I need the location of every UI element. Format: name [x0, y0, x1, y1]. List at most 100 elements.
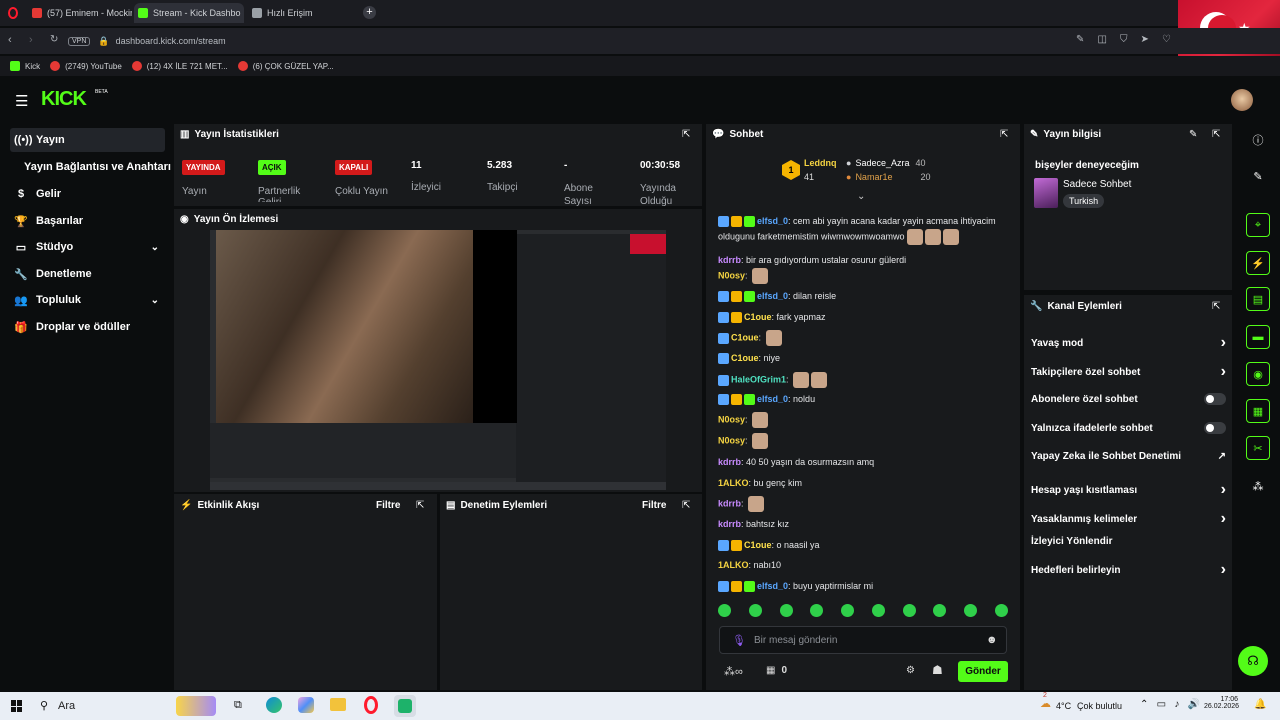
volume-icon[interactable]: 🔊 — [1188, 699, 1200, 710]
chat-message[interactable]: elfsd_0: dilan reisle — [718, 289, 1018, 304]
chat-input[interactable]: 🎙 Bir mesaj gönderin ☻ — [719, 626, 1007, 654]
chat-message[interactable]: N0osy: — [718, 412, 1018, 428]
bookmark-kick[interactable]: Kick — [10, 61, 40, 71]
bookmark-video-1[interactable]: (12) 4X İLE 721 MET... — [131, 61, 228, 71]
tab-youtube[interactable]: (57) Eminem - Mockin — [28, 3, 132, 23]
hamburger-menu-icon[interactable]: ☰ — [15, 92, 28, 110]
send-icon[interactable]: ➤ — [1141, 34, 1149, 48]
shield-icon[interactable]: ⛉ — [1120, 34, 1128, 48]
microphone-icon[interactable]: ♪ — [1174, 699, 1179, 710]
channel-action-row[interactable]: Abonelere özel sohbet — [1031, 393, 1226, 405]
chat-message[interactable]: C1oue: — [718, 330, 1018, 346]
quick-emote-icon[interactable] — [933, 604, 947, 617]
popout-icon[interactable]: ⇱ — [1000, 129, 1008, 140]
chat-message[interactable]: kdrrb: bahtsız kız — [718, 517, 1018, 532]
channel-action-row[interactable]: Hedefleri belirleyin › — [1031, 561, 1226, 579]
active-app-slot[interactable] — [394, 695, 416, 717]
tab-kick-dashboard[interactable]: Stream - Kick Dashbo — [134, 3, 244, 23]
network-icon[interactable]: ▭ — [1157, 699, 1166, 710]
quick-emote-icon[interactable] — [871, 604, 885, 617]
edge-icon[interactable] — [266, 697, 282, 713]
toggle-switch[interactable] — [1204, 422, 1226, 434]
chat-message[interactable]: elfsd_0: buyu yaptirmislar mi — [718, 579, 1018, 594]
chat-message[interactable]: elfsd_0: noldu — [718, 392, 1018, 407]
chevron-right-icon[interactable]: › — [1221, 510, 1226, 528]
chat-bubble-icon[interactable]: ▬ — [1246, 325, 1270, 349]
quick-emote-icon[interactable] — [994, 604, 1008, 617]
chat-message[interactable]: elfsd_0: cem abi yayin acana kadar yayin… — [718, 214, 1018, 245]
channel-action-row[interactable]: Yalnızca ifadelerle sohbet — [1031, 422, 1226, 434]
chat-username[interactable]: kdrrb — [718, 498, 741, 508]
external-link-icon[interactable]: ↗ — [1218, 451, 1226, 462]
sidebar-item-droplar[interactable]: 🎁 Droplar ve ödüller — [10, 315, 165, 339]
chat-message[interactable]: kdrrb: bir ara gıdıyordum ustalar osurur… — [718, 253, 1018, 268]
channel-action-row[interactable]: Hesap yaşı kısıtlaması › — [1031, 481, 1226, 499]
chat-username[interactable]: elfsd_0 — [757, 394, 788, 404]
chat-username[interactable]: elfsd_0 — [757, 291, 788, 301]
quick-emote-icon[interactable] — [779, 604, 793, 617]
microphone-icon[interactable]: 🎙 — [732, 634, 746, 647]
chat-username[interactable]: elfsd_0 — [757, 581, 788, 591]
sidebar-item-gelir[interactable]: $ Gelir — [10, 182, 165, 206]
chat-username[interactable]: C1oue — [744, 540, 772, 550]
sidebar-item-topluluk[interactable]: 👥 Topluluk ⌄ — [10, 288, 165, 312]
popout-icon[interactable]: ⇱ — [1212, 129, 1220, 140]
document-icon[interactable]: ▤ — [1246, 287, 1270, 311]
channel-action-row[interactable]: İzleyici Yönlendir — [1031, 536, 1226, 547]
chat-message[interactable]: N0osy: — [718, 268, 1018, 284]
chat-username[interactable]: C1oue — [731, 353, 759, 363]
activity-filter-button[interactable]: Filtre — [376, 500, 400, 511]
emoji-icon[interactable]: ☻ — [986, 634, 998, 646]
url-field[interactable]: VPN 🔒 dashboard.kick.com/stream — [68, 32, 1168, 50]
vpn-badge[interactable]: VPN — [68, 36, 91, 46]
copilot-icon[interactable] — [298, 697, 314, 713]
channel-action-row[interactable]: Yapay Zeka ile Sohbet Denetimi ↗ — [1031, 451, 1226, 462]
wrench-icon[interactable]: ✂ — [1246, 436, 1270, 460]
chat-message[interactable]: kdrrb: 40 50 yaşın da osurmazsın amq — [718, 455, 1018, 470]
heart-icon[interactable]: ♡ — [1162, 34, 1171, 48]
edit-icon[interactable]: ✎ — [1076, 34, 1084, 48]
pencil-icon[interactable]: ✎ — [1246, 164, 1270, 188]
chat-message[interactable]: C1oue: o naasil ya — [718, 538, 1018, 553]
chat-username[interactable]: kdrrb — [718, 255, 741, 265]
infinity-icon[interactable]: ⁂∞ — [724, 665, 743, 678]
channel-action-row[interactable]: Yavaş mod › — [1031, 334, 1226, 352]
popout-icon[interactable]: ⇱ — [682, 129, 690, 140]
sidebar-item-stream-key[interactable]: Yayın Bağlantısı ve Anahtarı — [20, 155, 171, 179]
opera-taskbar-icon[interactable] — [364, 696, 378, 714]
stream-video[interactable] — [210, 230, 666, 490]
chat-username[interactable]: C1oue — [731, 332, 759, 342]
toggle-switch[interactable] — [1204, 393, 1226, 405]
quick-emote-icon[interactable] — [810, 604, 824, 617]
storage-icon[interactable]: ▦ — [1246, 399, 1270, 423]
edit-icon[interactable]: ✎ — [1189, 129, 1197, 140]
chat-message[interactable]: N0osy: — [718, 433, 1018, 449]
chat-username[interactable]: N0osy — [718, 270, 745, 280]
settings-gear-icon[interactable]: ⚙ — [906, 665, 915, 676]
popout-icon[interactable]: ⇱ — [416, 500, 424, 511]
bot-icon[interactable]: ☗ — [932, 663, 943, 677]
chat-message[interactable]: HaleOfGrim1: — [718, 372, 1018, 388]
chevron-down-icon[interactable]: ⌄ — [151, 242, 159, 253]
chevron-right-icon[interactable]: › — [1221, 561, 1226, 579]
back-arrow-icon[interactable]: ‹ — [8, 34, 12, 46]
chat-message[interactable]: 1ALKO: nabı10 — [718, 558, 1018, 573]
search-icon[interactable]: ⚲ — [40, 699, 48, 712]
bookmark-video-2[interactable]: (6) ÇOK GÜZEL YAP... — [237, 61, 334, 71]
info-icon[interactable]: ⓘ — [1246, 128, 1270, 152]
reload-icon[interactable]: ↻ — [50, 34, 58, 45]
tab-quick-access[interactable]: Hızlı Erişim — [248, 3, 348, 23]
capture-icon[interactable]: ⌖ — [1246, 213, 1270, 237]
chat-message[interactable]: C1oue: fark yapmaz — [718, 310, 1018, 325]
collapse-leaderboard-icon[interactable]: ⌄ — [857, 191, 865, 202]
chat-message[interactable]: C1oue: niye — [718, 351, 1018, 366]
opera-logo-icon[interactable] — [8, 7, 18, 19]
quick-emote-icon[interactable] — [902, 604, 916, 617]
windows-start-icon[interactable] — [11, 700, 23, 712]
quick-emote-icon[interactable] — [964, 604, 978, 617]
chat-username[interactable]: kdrrb — [718, 519, 741, 529]
new-tab-plus-icon[interactable]: + — [363, 6, 376, 19]
channel-action-row[interactable]: Yasaklanmış kelimeler › — [1031, 510, 1226, 528]
forward-arrow-icon[interactable]: › — [29, 34, 33, 46]
clock[interactable]: 17:06 26.02.2026 — [1204, 696, 1239, 710]
